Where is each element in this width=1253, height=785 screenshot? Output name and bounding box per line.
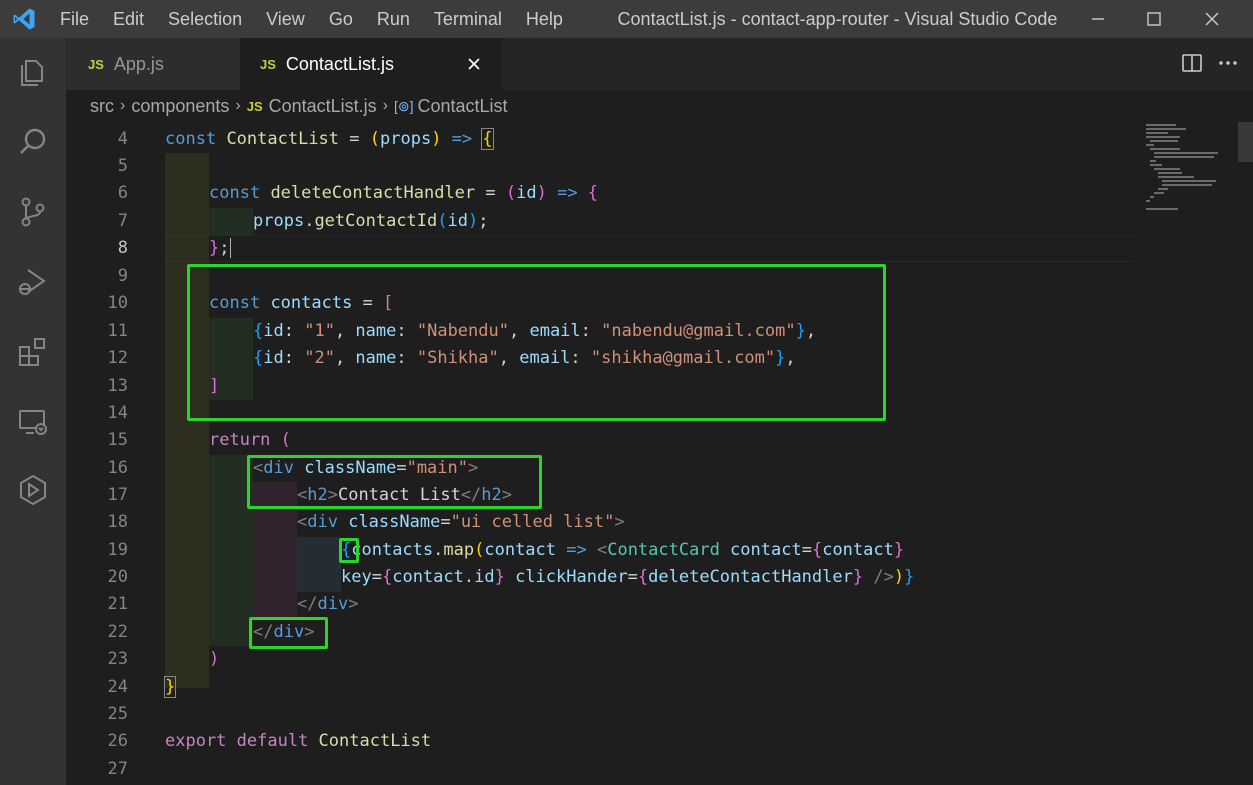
annotation-box-main-div	[247, 455, 542, 509]
line-number: 23	[107, 649, 128, 669]
line-number: 9	[117, 266, 128, 286]
search-icon[interactable]	[13, 122, 53, 162]
annotation-box-contacts	[187, 264, 886, 421]
line-number: 25	[107, 704, 128, 724]
vscode-logo-icon	[0, 0, 48, 38]
tab-contactlist-js[interactable]: JS ContactList.js	[240, 38, 502, 90]
menu-terminal[interactable]: Terminal	[422, 0, 514, 38]
line-number: 4	[117, 129, 128, 149]
line-number: 20	[107, 567, 128, 587]
js-file-icon: JS	[246, 98, 263, 114]
code-line-24: }	[163, 676, 177, 698]
code-line-20: key={contact.id} clickHander={deleteCont…	[341, 567, 915, 587]
line-number: 15	[107, 430, 128, 450]
source-control-icon[interactable]	[13, 192, 53, 232]
line-number: 17	[107, 485, 128, 505]
menu-file[interactable]: File	[48, 0, 101, 38]
line-number: 5	[117, 156, 128, 176]
menu-run[interactable]: Run	[365, 0, 422, 38]
code-line-23: )	[209, 649, 220, 669]
menu-selection[interactable]: Selection	[156, 0, 254, 38]
menu-go[interactable]: Go	[317, 0, 365, 38]
minimize-button[interactable]	[1070, 0, 1126, 38]
indent-guide-level-4	[297, 537, 341, 592]
minimap[interactable]	[1136, 122, 1253, 785]
line-number: 22	[107, 622, 128, 642]
code-line-19: {contacts.map(contact => <ContactCard co…	[341, 540, 905, 560]
tab-bar: JS App.js JS ContactList.js	[66, 38, 1253, 90]
menu-view[interactable]: View	[254, 0, 317, 38]
chevron-right-icon: ›	[120, 97, 126, 114]
line-number: 19	[107, 540, 128, 560]
more-actions-icon[interactable]	[1217, 52, 1239, 79]
breadcrumb-src[interactable]: src	[90, 96, 114, 117]
title-bar: File Edit Selection View Go Run Terminal…	[0, 0, 1253, 38]
docker-icon[interactable]	[13, 470, 53, 510]
code-line-18: <div className="ui celled list">	[297, 512, 625, 532]
line-number: 16	[107, 458, 128, 478]
activity-bar	[0, 38, 66, 785]
run-debug-icon[interactable]	[13, 262, 53, 302]
vertical-scrollbar-thumb[interactable]	[1238, 122, 1253, 162]
symbol-variable-icon: [⊚]	[394, 97, 414, 114]
menu-bar: File Edit Selection View Go Run Terminal…	[48, 0, 575, 38]
code-line-7: props.getContactId(id);	[253, 211, 489, 231]
line-number: 14	[107, 403, 128, 423]
line-number: 11	[107, 321, 128, 341]
window-title: ContactList.js - contact-app-router - Vi…	[617, 9, 1058, 29]
line-number: 13	[107, 376, 128, 396]
line-number-current: 8	[117, 238, 128, 258]
close-tab-icon[interactable]	[462, 52, 486, 76]
line-number: 21	[107, 594, 128, 614]
code-editor[interactable]: 4 5 6 7 8 9 10 11 12 13 14 15 16 17 18 1…	[66, 122, 1253, 785]
annotation-box-closing-div	[249, 617, 328, 649]
code-area[interactable]: const ContactList = (props) => { const d…	[163, 122, 1145, 785]
code-line-6: const deleteContactHandler = (id) => {	[209, 183, 599, 203]
code-line-26: export default ContactList	[165, 731, 432, 751]
menu-help[interactable]: Help	[514, 0, 575, 38]
tab-label: ContactList.js	[285, 53, 394, 74]
remote-explorer-icon[interactable]	[13, 402, 53, 442]
menu-edit[interactable]: Edit	[101, 0, 156, 38]
js-file-icon: JS	[260, 56, 276, 72]
breadcrumb-symbol[interactable]: ContactList	[418, 96, 508, 117]
line-number: 26	[107, 731, 128, 751]
current-line-highlight	[165, 235, 1135, 262]
maximize-button[interactable]	[1126, 0, 1182, 38]
breadcrumb-components[interactable]: components	[131, 96, 229, 117]
split-editor-icon[interactable]	[1181, 52, 1203, 79]
tab-label: App.js	[113, 53, 164, 74]
indent-guide-level-2	[209, 208, 253, 235]
line-number: 18	[107, 512, 128, 532]
annotation-box-brace	[339, 538, 359, 563]
line-number: 10	[107, 293, 128, 313]
code-line-8: };	[209, 238, 231, 258]
code-line-21: </div>	[297, 594, 359, 614]
breadcrumb-file[interactable]: ContactList.js	[269, 96, 377, 117]
line-number: 12	[107, 348, 128, 368]
line-number: 6	[117, 183, 128, 203]
explorer-icon[interactable]	[13, 52, 53, 92]
line-number: 7	[117, 211, 128, 231]
code-line-15: return (	[209, 430, 291, 450]
js-file-icon: JS	[88, 56, 104, 72]
tab-app-js[interactable]: JS App.js	[66, 38, 240, 90]
line-number: 24	[107, 677, 128, 697]
line-number: 27	[107, 759, 128, 779]
extensions-icon[interactable]	[13, 332, 53, 372]
code-line-4: const ContactList = (props) => {	[165, 128, 494, 150]
close-window-button[interactable]	[1184, 0, 1240, 38]
breadcrumb: src › components › JS ContactList.js › […	[66, 90, 1253, 122]
chevron-right-icon: ›	[382, 97, 388, 114]
line-number-gutter: 4 5 6 7 8 9 10 11 12 13 14 15 16 17 18 1…	[66, 122, 156, 785]
chevron-right-icon: ›	[235, 97, 241, 114]
